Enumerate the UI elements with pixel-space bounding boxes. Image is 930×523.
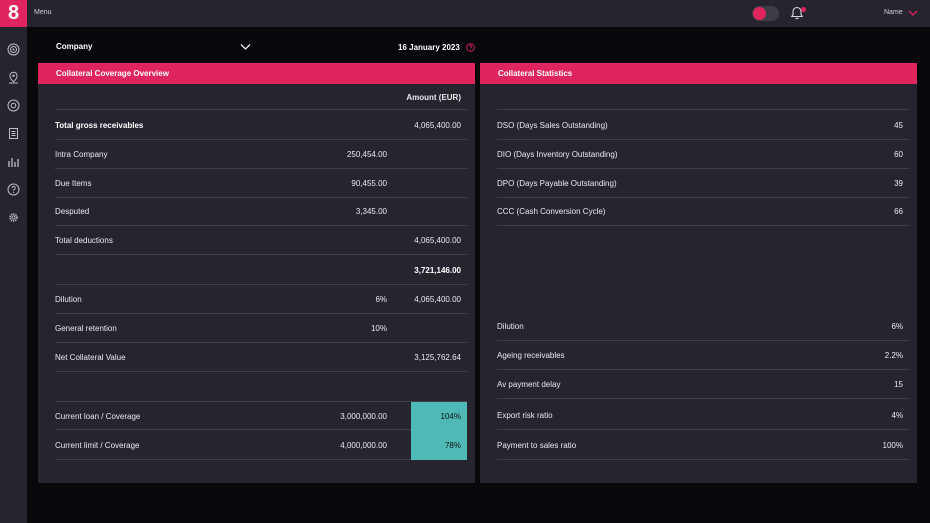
row-label: Desputed [55, 207, 90, 216]
panel-title: Collateral Statistics [480, 63, 917, 84]
table-row: Due Items 90,455.00 [55, 169, 467, 198]
coverage-panel: Collateral Coverage Overview Amount (EUR… [38, 63, 475, 483]
stat-value: 6% [891, 322, 903, 331]
stat-row: DSO (Days Sales Outstanding) 45 [497, 111, 909, 140]
stat-value: 66 [894, 207, 903, 216]
amount-header: Amount (EUR) [406, 93, 461, 102]
stat-value: 39 [894, 179, 903, 188]
row-label: Current limit / Coverage [55, 441, 140, 450]
row-label: General retention [55, 324, 117, 333]
stat-row: DIO (Days Inventory Outstanding) 60 [497, 140, 909, 169]
notification-dot [801, 7, 806, 12]
row-label: Current loan / Coverage [55, 412, 141, 421]
stat-row: Payment to sales ratio 100% [497, 431, 909, 460]
coverage-percent-cell: 104% [411, 402, 467, 431]
spacer-row [497, 86, 909, 110]
stat-value: 45 [894, 121, 903, 130]
documents-icon[interactable] [7, 127, 20, 140]
location-pin-icon[interactable] [7, 71, 20, 84]
stat-label: Payment to sales ratio [497, 441, 577, 450]
chevron-down-icon[interactable] [908, 9, 918, 17]
toggle-knob [753, 7, 766, 20]
stat-row: DPO (Days Payable Outstanding) 39 [497, 169, 909, 198]
coverage-percent-cell: 78% [411, 431, 467, 460]
stat-label: Export risk ratio [497, 411, 553, 420]
table-row: 3,721,146.00 [55, 256, 467, 285]
lifebuoy-icon[interactable] [7, 99, 20, 112]
company-selector[interactable]: Company [56, 42, 92, 51]
target-icon[interactable] [7, 43, 20, 56]
row-amount: 3,721,146.00 [414, 266, 461, 275]
stat-label: CCC (Cash Conversion Cycle) [497, 207, 606, 216]
top-bar: 8 Menu Name [0, 0, 930, 27]
row-label: Intra Company [55, 150, 108, 159]
table-row: Desputed 3,345.00 [55, 197, 467, 226]
stat-label: Ageing receivables [497, 351, 565, 360]
help-icon[interactable] [7, 183, 20, 196]
row-label: Dilution [55, 295, 82, 304]
table-row: Total gross receivables 4,065,400.00 [55, 111, 467, 140]
table-row: Net Collateral Value 3,125,762.64 [55, 343, 467, 372]
table-row: Dilution 6% 4,065,400.00 [55, 285, 467, 314]
stat-row: Export risk ratio 4% [497, 401, 909, 430]
panel-title: Collateral Coverage Overview [38, 63, 475, 84]
row-amount: 4,065,400.00 [414, 121, 461, 130]
stat-label: DIO (Days Inventory Outstanding) [497, 150, 618, 159]
row-mid-value: 3,345.00 [355, 207, 387, 216]
stat-row: Ageing receivables 2.2% [497, 341, 909, 370]
sidebar [0, 27, 27, 523]
theme-toggle[interactable] [752, 6, 779, 21]
row-mid-value: 4,000,000.00 [340, 441, 387, 450]
settings-icon[interactable] [7, 211, 20, 224]
report-date: 16 January 2023 [398, 43, 460, 52]
coverage-row: Current loan / Coverage 3,000,000.00 104% [55, 401, 467, 431]
date-info-icon[interactable] [466, 43, 475, 52]
stat-row: Av payment delay 15 [497, 370, 909, 399]
table-row: General retention 10% [55, 314, 467, 343]
row-mid-value: 90,455.00 [351, 179, 387, 188]
row-label: Due Items [55, 179, 92, 188]
stat-value: 100% [882, 441, 903, 450]
bar-chart-icon[interactable] [7, 155, 20, 168]
user-name[interactable]: Name [884, 9, 903, 16]
stat-label: DPO (Days Payable Outstanding) [497, 179, 617, 188]
stat-value: 2.2% [884, 351, 903, 360]
row-amount: 4,065,400.00 [414, 295, 461, 304]
row-mid-value: 250,454.00 [346, 150, 387, 159]
statistics-panel: Collateral Statistics DSO (Days Sales Ou… [480, 63, 917, 483]
table-row: Intra Company 250,454.00 [55, 140, 467, 169]
row-amount: 3,125,762.64 [414, 353, 461, 362]
menu-button[interactable]: Menu [34, 9, 52, 16]
row-mid-value: 10% [370, 324, 387, 333]
app-logo[interactable]: 8 [0, 0, 27, 27]
stat-value: 15 [894, 380, 903, 389]
row-amount: 4,065,400.00 [414, 236, 461, 245]
amount-header-row: Amount (EUR) [55, 86, 467, 110]
table-row: Total deductions 4,065,400.00 [55, 226, 467, 255]
stat-row: Dilution 6% [497, 312, 909, 341]
stat-label: Av payment delay [497, 380, 561, 389]
stat-label: Dilution [497, 322, 524, 331]
row-mid-value: 6% [375, 295, 387, 304]
stat-label: DSO (Days Sales Outstanding) [497, 121, 608, 130]
row-label: Total deductions [55, 236, 113, 245]
stat-value: 60 [894, 150, 903, 159]
row-label: Total gross receivables [55, 121, 144, 130]
stat-value: 4% [891, 411, 903, 420]
chevron-down-icon[interactable] [240, 42, 251, 51]
coverage-row: Current limit / Coverage 4,000,000.00 78% [55, 431, 467, 460]
stat-row: CCC (Cash Conversion Cycle) 66 [497, 197, 909, 226]
row-mid-value: 3,000,000.00 [340, 412, 387, 421]
row-label: Net Collateral Value [55, 353, 126, 362]
